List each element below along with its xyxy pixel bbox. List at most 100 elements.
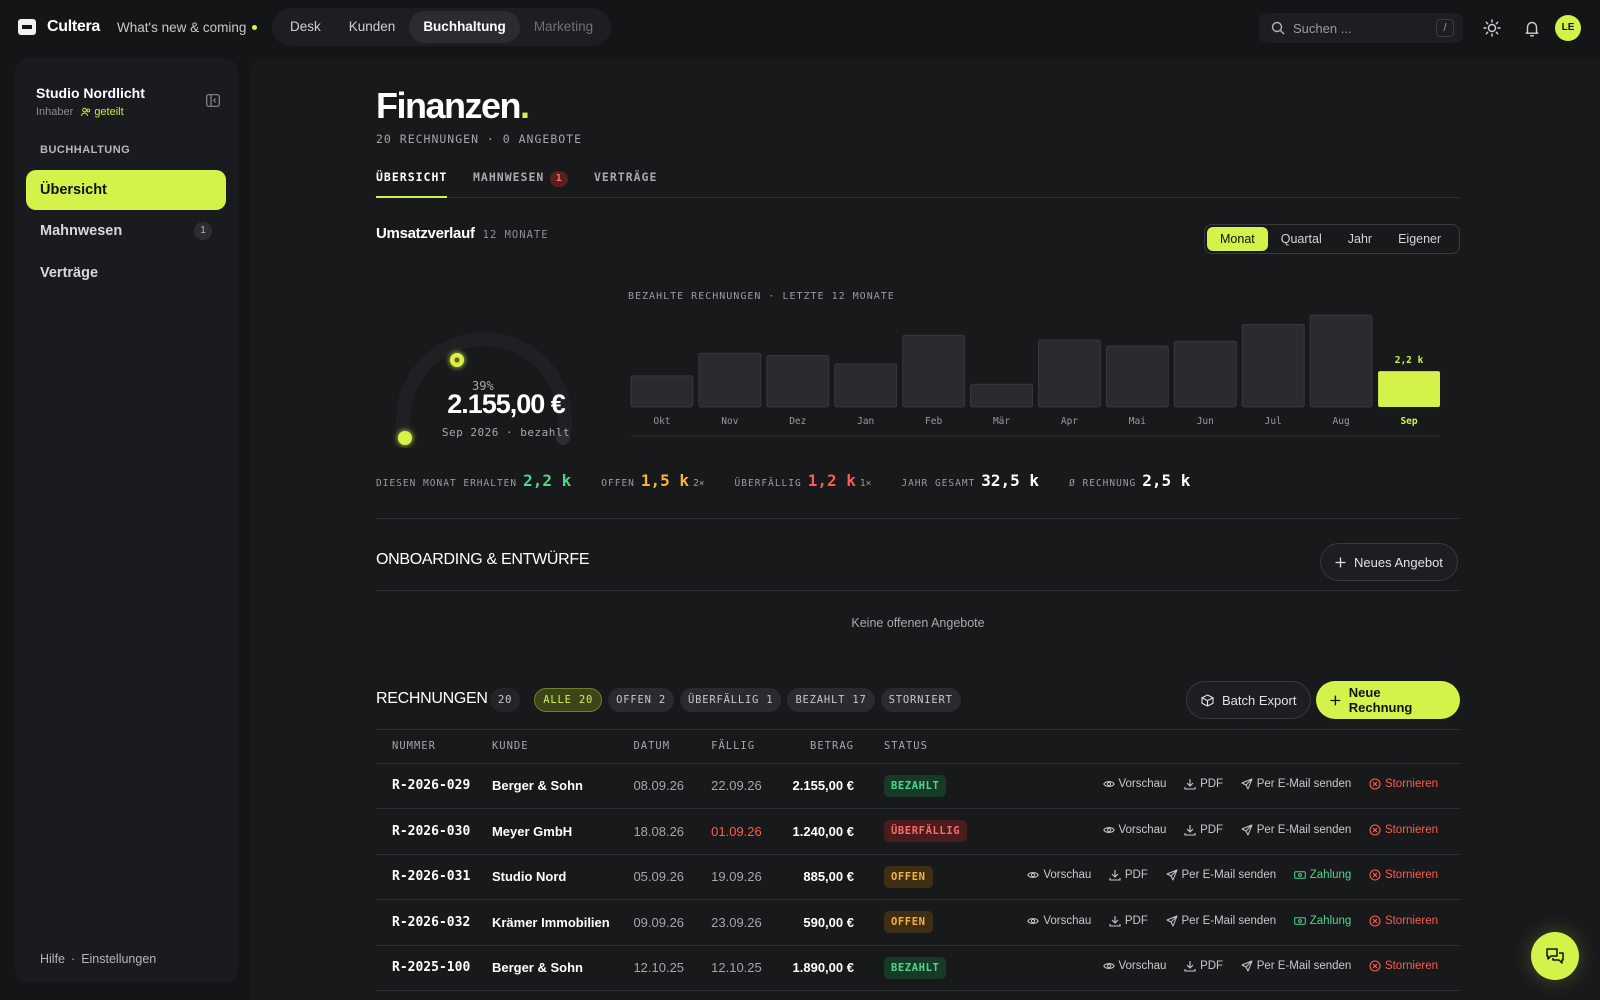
new-offer-button[interactable]: Neues Angebot xyxy=(1320,543,1458,581)
filter-chip-open[interactable]: OFFEN 2 xyxy=(608,688,674,712)
preview-button[interactable]: Vorschau xyxy=(1027,869,1091,881)
email-send-button[interactable]: Per E-Mail senden xyxy=(1166,869,1276,881)
nav-kunden[interactable]: Kunden xyxy=(335,11,410,43)
invoice-number[interactable]: R-2026-032 xyxy=(376,899,492,946)
chart-bar-feb[interactable] xyxy=(902,334,966,408)
tab-vertraege[interactable]: VERTRÄGE xyxy=(594,170,657,198)
email-send-button[interactable]: Per E-Mail senden xyxy=(1166,915,1276,927)
invoice-number[interactable]: R-2025-100 xyxy=(376,945,492,991)
revenue-gauge xyxy=(396,332,572,445)
filter-chip-all[interactable]: ALLE 20 xyxy=(534,688,603,712)
revenue-meta: 12 MONATE xyxy=(482,229,549,241)
pdf-button[interactable]: PDF xyxy=(1184,960,1223,972)
new-offer-label: Neues Angebot xyxy=(1354,554,1443,570)
email-send-button[interactable]: Per E-Mail senden xyxy=(1241,824,1351,836)
user-avatar[interactable]: LE xyxy=(1555,15,1581,41)
column-header-number[interactable]: NUMMER xyxy=(376,729,492,764)
chart-bar-okt[interactable] xyxy=(630,375,694,408)
table-row[interactable]: R-2026-030 Meyer GmbH 18.08.26 01.09.26 … xyxy=(376,808,1460,855)
workspace-name[interactable]: Studio Nordlicht xyxy=(36,85,145,101)
column-header-date[interactable]: DATUM xyxy=(633,729,712,764)
record-payment-button[interactable]: Zahlung xyxy=(1293,915,1351,927)
batch-export-button[interactable]: Batch Export xyxy=(1186,681,1312,719)
cancel-invoice-button[interactable]: Stornieren xyxy=(1369,869,1438,881)
banknote-icon xyxy=(1293,871,1306,880)
theme-toggle-button[interactable] xyxy=(1481,17,1503,39)
preview-button[interactable]: Vorschau xyxy=(1027,915,1091,927)
sidebar-item-vertraege[interactable]: Verträge xyxy=(26,253,226,293)
chart-tick-label: Mai xyxy=(1129,416,1146,427)
record-payment-button[interactable]: Zahlung xyxy=(1293,869,1351,881)
search-shortcut-hint: / xyxy=(1436,19,1454,37)
download-icon xyxy=(1184,961,1196,972)
app-logo[interactable] xyxy=(18,19,36,35)
kpi-label: OFFEN xyxy=(601,478,635,489)
chart-bar-aug[interactable] xyxy=(1309,314,1373,408)
filter-chip-cancelled[interactable]: STORNIERT xyxy=(880,688,961,712)
chart-bar-mai[interactable] xyxy=(1105,345,1169,408)
new-invoice-button[interactable]: Neue Rechnung xyxy=(1316,681,1460,719)
nav-desk[interactable]: Desk xyxy=(276,11,335,43)
filter-chip-overdue[interactable]: ÜBERFÄLLIG 1 xyxy=(679,688,782,712)
chart-tick-label: Apr xyxy=(1061,416,1078,427)
period-option-eigener[interactable]: Eigener xyxy=(1385,227,1454,251)
filter-chip-paid[interactable]: BEZAHLT 17 xyxy=(787,688,875,712)
pdf-button[interactable]: PDF xyxy=(1184,824,1223,836)
pdf-button[interactable]: PDF xyxy=(1109,915,1148,927)
chart-bar-apr[interactable] xyxy=(1038,339,1101,408)
cancel-invoice-button[interactable]: Stornieren xyxy=(1369,824,1438,836)
invoice-customer: Berger & Sohn xyxy=(491,945,634,991)
invoice-date: 05.09.26 xyxy=(633,854,712,900)
chart-bar-sep[interactable] xyxy=(1378,371,1440,407)
collapse-sidebar-button[interactable] xyxy=(206,94,220,107)
chart-bar-nov[interactable] xyxy=(698,352,762,408)
help-link[interactable]: Hilfe xyxy=(40,952,65,966)
period-option-quartal[interactable]: Quartal xyxy=(1268,227,1335,251)
preview-button[interactable]: Vorschau xyxy=(1102,824,1166,836)
column-header-customer[interactable]: KUNDE xyxy=(491,729,634,764)
cancel-invoice-button[interactable]: Stornieren xyxy=(1369,915,1438,927)
email-send-button[interactable]: Per E-Mail senden xyxy=(1241,960,1351,972)
sidebar-item-uebersicht[interactable]: Übersicht xyxy=(26,170,226,210)
whats-new-link[interactable]: What's new & coming xyxy=(117,20,258,35)
pdf-button[interactable]: PDF xyxy=(1109,869,1148,881)
period-option-jahr[interactable]: Jahr xyxy=(1335,227,1385,251)
email-send-button[interactable]: Per E-Mail senden xyxy=(1241,778,1351,790)
chart-bar-mär[interactable] xyxy=(970,383,1034,408)
nav-marketing[interactable]: Marketing xyxy=(520,11,607,43)
kpi-count: 2× xyxy=(693,478,705,489)
chart-bar-jun[interactable] xyxy=(1173,340,1237,408)
column-header-due[interactable]: FÄLLIG xyxy=(711,729,786,764)
settings-link[interactable]: Einstellungen xyxy=(81,952,156,966)
chart-bar-dez[interactable] xyxy=(766,355,830,408)
sidebar-item-mahnwesen[interactable]: Mahnwesen 1 xyxy=(26,211,226,251)
table-row[interactable]: R-2026-029 Berger & Sohn 08.09.26 22.09.… xyxy=(376,763,1460,809)
chart-bar-jan[interactable] xyxy=(834,363,898,408)
app-name[interactable]: Cultera xyxy=(47,18,100,36)
tab-mahnwesen[interactable]: MAHNWESEN 1 xyxy=(473,170,569,198)
cancel-invoice-button[interactable]: Stornieren xyxy=(1369,778,1438,790)
invoice-number[interactable]: R-2026-029 xyxy=(376,763,492,809)
cancel-invoice-button[interactable]: Stornieren xyxy=(1369,960,1438,972)
preview-button[interactable]: Vorschau xyxy=(1102,778,1167,791)
invoice-number[interactable]: R-2026-030 xyxy=(376,808,492,855)
chart-data-label: 2,2 k xyxy=(1395,355,1424,366)
column-header-amount[interactable]: BETRAG xyxy=(785,729,884,764)
chart-bar-jul[interactable] xyxy=(1241,324,1305,408)
cancel-label: Stornieren xyxy=(1384,778,1438,791)
period-option-monat[interactable]: Monat xyxy=(1207,227,1268,251)
table-row[interactable]: R-2025-100 Berger & Sohn 12.10.25 12.10.… xyxy=(376,945,1460,991)
pdf-button[interactable]: PDF xyxy=(1184,778,1223,790)
chat-button[interactable] xyxy=(1531,932,1579,980)
column-header-status[interactable]: STATUS xyxy=(883,729,1014,764)
table-row[interactable]: R-2026-032 Krämer Immobilien 09.09.26 23… xyxy=(376,899,1460,946)
notifications-button[interactable] xyxy=(1521,17,1543,39)
preview-label: Vorschau xyxy=(1118,778,1167,791)
search-input[interactable] xyxy=(1293,20,1433,36)
tab-uebersicht[interactable]: ÜBERSICHT xyxy=(376,170,448,198)
nav-buchhaltung[interactable]: Buchhaltung xyxy=(409,11,520,43)
row-actions: Vorschau PDF Per E-Mail senden Zahlung S… xyxy=(1013,854,1460,900)
preview-button[interactable]: Vorschau xyxy=(1102,960,1166,972)
invoice-number[interactable]: R-2026-031 xyxy=(376,854,492,900)
table-row[interactable]: R-2026-031 Studio Nord 05.09.26 19.09.26… xyxy=(376,854,1460,900)
